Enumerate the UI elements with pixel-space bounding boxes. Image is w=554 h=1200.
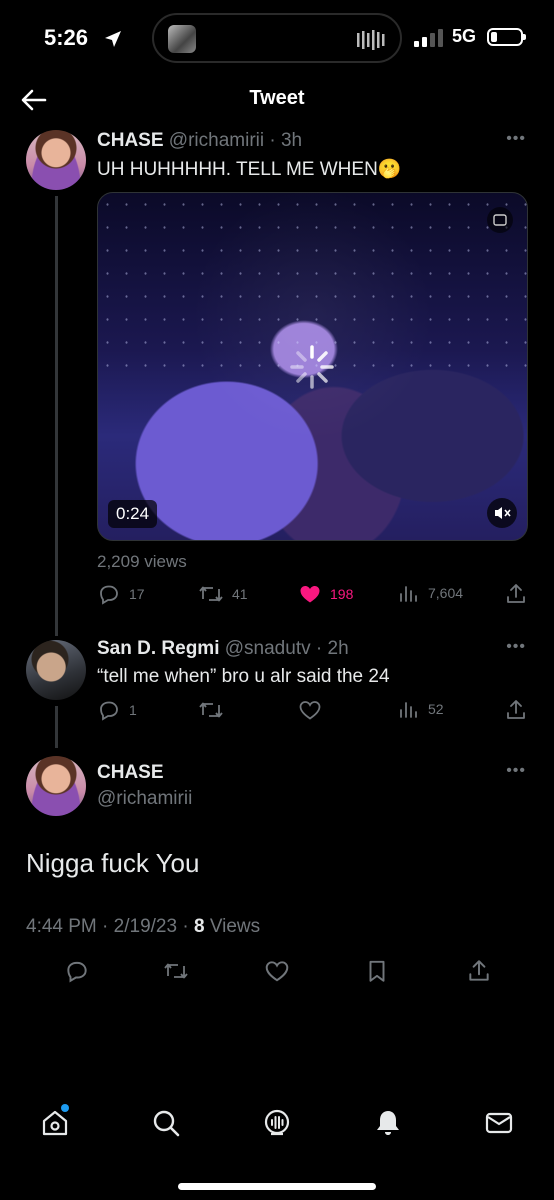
main-tweet-actions: [0, 958, 554, 990]
retweet-button[interactable]: [198, 698, 224, 722]
status-time: 5:26: [44, 25, 89, 50]
like-count: 198: [330, 586, 354, 602]
bottom-tab-bar: [0, 1100, 554, 1150]
captions-icon[interactable]: [487, 207, 513, 233]
avatar[interactable]: [26, 130, 86, 190]
retweet-icon: [199, 702, 223, 718]
video-player[interactable]: 0:24: [97, 192, 528, 541]
views-icon: [400, 702, 417, 718]
tweet-date: 2/19/23: [113, 916, 178, 937]
avatar[interactable]: [26, 640, 86, 700]
messages-icon[interactable]: [484, 1108, 514, 1138]
views-count[interactable]: 8: [194, 916, 205, 937]
author-name[interactable]: CHASE: [97, 130, 164, 151]
tweet-header: CHASE @richamirii · 3h: [97, 130, 303, 151]
share-button[interactable]: [505, 582, 527, 606]
tweet-timestamp: 4:44 PM: [26, 916, 97, 937]
reply-button[interactable]: 17: [97, 582, 145, 606]
like-icon: [300, 586, 320, 603]
views-icon: [400, 586, 417, 602]
avatar[interactable]: [26, 756, 86, 816]
notifications-icon[interactable]: [373, 1108, 403, 1138]
views-label: Views: [209, 916, 261, 937]
tweet-time: 2h: [327, 638, 349, 659]
battery-icon: [487, 28, 526, 46]
home-icon[interactable]: [40, 1108, 70, 1138]
bookmark-button[interactable]: [364, 958, 390, 984]
tweet-text: “tell me when” bro u alr said the 24: [97, 666, 390, 687]
like-icon: [265, 961, 289, 982]
views-button[interactable]: 7,604: [398, 582, 463, 604]
dynamic-island[interactable]: [152, 13, 402, 63]
retweet-icon: [199, 586, 223, 602]
reply-icon: [100, 585, 118, 605]
main-tweet-text: Nigga fuck You: [26, 848, 200, 878]
reply-count: 1: [129, 702, 137, 718]
network-type: 5G: [452, 26, 477, 46]
author-name[interactable]: CHASE: [97, 762, 164, 784]
view-count: 52: [428, 701, 444, 717]
top-bar: Tweet: [0, 78, 554, 122]
reply-icon: [100, 701, 118, 721]
now-playing-artwork: [168, 25, 196, 53]
home-indicator[interactable]: [178, 1183, 376, 1190]
author-handle[interactable]: @richamirii: [97, 788, 192, 810]
search-icon[interactable]: [151, 1108, 181, 1138]
reply-button[interactable]: 1: [97, 698, 137, 722]
more-icon[interactable]: •••: [506, 638, 526, 656]
like-button[interactable]: [298, 698, 322, 722]
author-name[interactable]: San D. Regmi: [97, 638, 219, 659]
retweet-icon: [164, 963, 188, 979]
share-icon: [469, 960, 489, 981]
tweet-actions: 1 52: [0, 698, 554, 728]
share-button[interactable]: [466, 958, 492, 984]
tweet-actions: 17 41 198 7,604: [0, 582, 554, 612]
home-notification-dot: [61, 1104, 69, 1112]
like-button[interactable]: 198: [298, 582, 353, 606]
video-views: 2,209 views: [97, 552, 187, 571]
status-bar: 5:26 5G: [0, 0, 554, 78]
thread-line: [55, 196, 58, 636]
reply-count: 17: [129, 586, 145, 602]
tweet-header: San D. Regmi @snadutv · 2h: [97, 638, 349, 659]
spaces-icon[interactable]: [262, 1108, 292, 1138]
views-button[interactable]: 52: [398, 698, 444, 720]
tweet-meta: 4:44 PM · 2/19/23 · 8 Views: [26, 916, 261, 937]
reply-button[interactable]: [64, 958, 90, 984]
tweet-time: 3h: [280, 130, 303, 151]
page-title: Tweet: [249, 87, 305, 109]
author-handle[interactable]: @snadutv: [225, 638, 311, 659]
retweet-count: 41: [232, 586, 248, 602]
signal-icon: [414, 29, 443, 47]
video-duration: 0:24: [108, 500, 158, 528]
view-count: 7,604: [428, 585, 464, 601]
audio-wave-icon: [357, 30, 385, 50]
share-button[interactable]: [505, 698, 527, 722]
mute-icon[interactable]: [487, 498, 517, 528]
more-icon[interactable]: •••: [506, 762, 526, 780]
like-button[interactable]: [264, 958, 290, 984]
like-icon: [299, 701, 321, 720]
loading-spinner-icon: [290, 345, 334, 389]
author-handle[interactable]: @richamirii: [169, 130, 264, 151]
author-name-text: CHASE: [97, 762, 164, 783]
tweet-text: UH HUHHHHH. TELL ME WHEN🫢: [97, 159, 402, 180]
more-icon[interactable]: •••: [506, 130, 526, 148]
location-arrow-icon: [105, 31, 121, 47]
bookmark-icon: [369, 960, 385, 982]
share-icon: [507, 584, 525, 603]
share-icon: [507, 700, 525, 719]
retweet-button[interactable]: 41: [198, 582, 248, 606]
reply-icon: [67, 961, 87, 983]
retweet-button[interactable]: [163, 958, 189, 984]
